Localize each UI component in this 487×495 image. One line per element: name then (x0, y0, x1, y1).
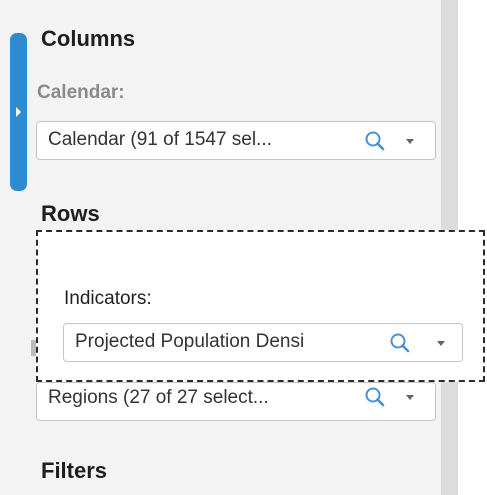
rows-title: Rows (41, 201, 100, 226)
filters-title: Filters (41, 458, 108, 483)
indicators-select-value: Projected Population Densi (75, 331, 305, 352)
expand-arrow-icon (16, 107, 21, 117)
columns-title: Columns (41, 26, 136, 51)
panel-collapse-tab[interactable] (10, 33, 27, 191)
search-icon[interactable] (364, 130, 386, 152)
calendar-select-value: Calendar (91 of 1547 sel... (48, 129, 272, 150)
calendar-label: Calendar: (37, 82, 125, 103)
caret-down-icon[interactable] (406, 395, 414, 400)
caret-down-icon[interactable] (437, 341, 445, 346)
search-icon[interactable] (364, 386, 386, 408)
regions-select-value: Regions (27 of 27 select... (48, 387, 269, 408)
calendar-select[interactable]: Calendar (91 of 1547 sel... (36, 121, 436, 160)
caret-down-icon[interactable] (406, 139, 414, 144)
search-icon[interactable] (389, 332, 411, 354)
dragged-dimension-overlay[interactable]: Indicators: Projected Population Densi (36, 230, 485, 382)
indicators-select[interactable]: Projected Population Densi (63, 323, 463, 362)
regions-select[interactable]: Regions (27 of 27 select... (36, 382, 436, 421)
indicators-label: Indicators: (64, 288, 152, 309)
